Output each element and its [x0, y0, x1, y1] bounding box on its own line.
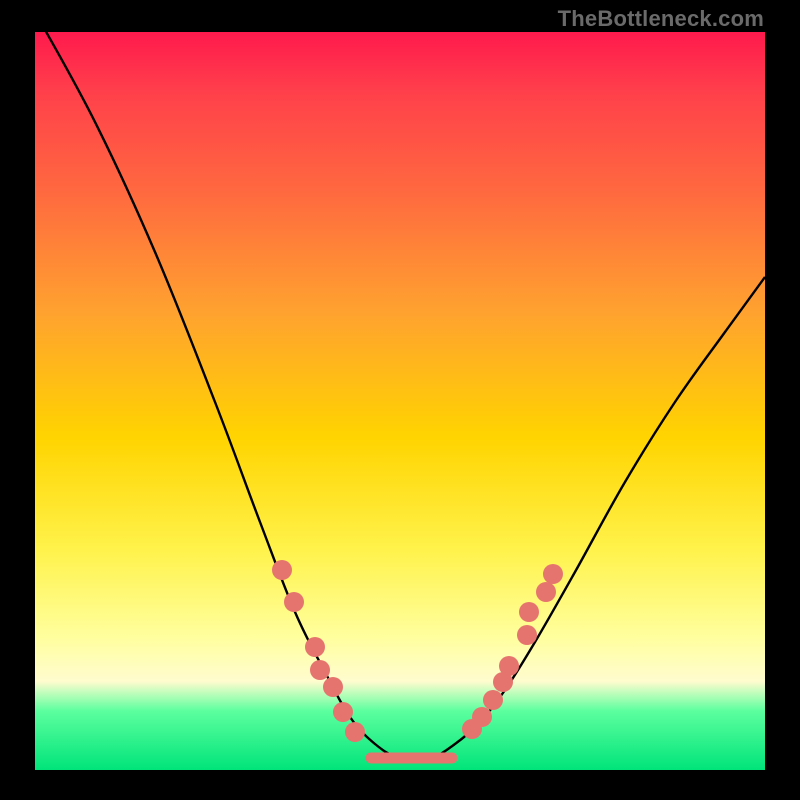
markers-right — [462, 564, 563, 739]
watermark-text: TheBottleneck.com — [558, 6, 764, 32]
frame: TheBottleneck.com — [0, 0, 800, 800]
chart-overlay — [35, 32, 765, 770]
marker-dot — [519, 602, 539, 622]
marker-dot — [472, 707, 492, 727]
marker-dot — [499, 656, 519, 676]
marker-dot — [483, 690, 503, 710]
marker-dot — [310, 660, 330, 680]
marker-dot — [536, 582, 556, 602]
marker-dot — [345, 722, 365, 742]
marker-dot — [305, 637, 325, 657]
marker-dot — [272, 560, 292, 580]
marker-dot — [333, 702, 353, 722]
marker-dot — [284, 592, 304, 612]
bottleneck-curve — [35, 32, 765, 760]
marker-dot — [517, 625, 537, 645]
marker-dot — [323, 677, 343, 697]
marker-dot — [543, 564, 563, 584]
